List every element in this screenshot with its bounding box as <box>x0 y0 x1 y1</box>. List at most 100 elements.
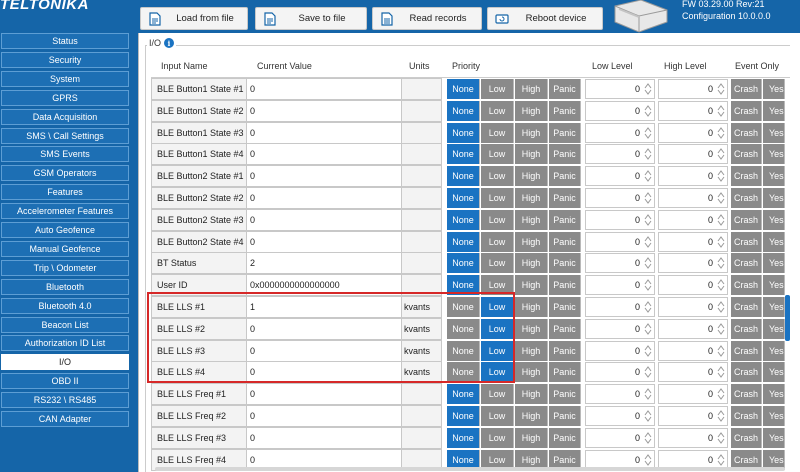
event-crash-button[interactable]: Crash <box>731 166 762 186</box>
high-level-input[interactable]: 0 <box>658 232 728 252</box>
spinner-arrows-icon[interactable] <box>644 454 652 466</box>
sidebar-item[interactable]: Manual Geofence <box>1 241 129 257</box>
sidebar-item[interactable]: System <box>1 71 129 87</box>
priority-panic-button[interactable]: Panic <box>549 341 581 361</box>
high-level-input[interactable]: 0 <box>658 210 728 230</box>
priority-high-button[interactable]: High <box>515 123 548 143</box>
spinner-arrows-icon[interactable] <box>717 454 725 466</box>
sidebar-item[interactable]: CAN Adapter <box>1 411 129 427</box>
spinner-arrows-icon[interactable] <box>717 432 725 444</box>
event-yes-button[interactable]: Yes <box>763 253 785 273</box>
spinner-arrows-icon[interactable] <box>717 127 725 139</box>
spinner-arrows-icon[interactable] <box>644 410 652 422</box>
event-crash-button[interactable]: Crash <box>731 297 762 317</box>
high-level-input[interactable]: 0 <box>658 79 728 99</box>
spinner-arrows-icon[interactable] <box>644 279 652 291</box>
priority-high-button[interactable]: High <box>515 210 548 230</box>
priority-high-button[interactable]: High <box>515 341 548 361</box>
priority-panic-button[interactable]: Panic <box>549 253 581 273</box>
low-level-input[interactable]: 0 <box>585 275 655 295</box>
spinner-arrows-icon[interactable] <box>717 170 725 182</box>
priority-high-button[interactable]: High <box>515 384 548 404</box>
high-level-input[interactable]: 0 <box>658 428 728 448</box>
event-yes-button[interactable]: Yes <box>763 406 785 426</box>
spinner-arrows-icon[interactable] <box>644 323 652 335</box>
sidebar-item[interactable]: SMS \ Call Settings <box>1 128 129 144</box>
priority-low-button[interactable]: Low <box>481 232 514 252</box>
low-level-input[interactable]: 0 <box>585 341 655 361</box>
priority-high-button[interactable]: High <box>515 275 548 295</box>
spinner-arrows-icon[interactable] <box>717 236 725 248</box>
sidebar-item[interactable]: I/O <box>1 354 129 370</box>
priority-panic-button[interactable]: Panic <box>549 144 581 164</box>
high-level-input[interactable]: 0 <box>658 144 728 164</box>
priority-panic-button[interactable]: Panic <box>549 123 581 143</box>
sidebar-item[interactable]: Security <box>1 52 129 68</box>
event-crash-button[interactable]: Crash <box>731 210 762 230</box>
priority-none-button[interactable]: None <box>447 144 480 164</box>
event-yes-button[interactable]: Yes <box>763 101 785 121</box>
spinner-arrows-icon[interactable] <box>717 279 725 291</box>
info-icon[interactable]: i <box>164 38 175 48</box>
reboot-device-button[interactable]: Reboot device <box>487 7 603 30</box>
priority-none-button[interactable]: None <box>447 384 480 404</box>
spinner-arrows-icon[interactable] <box>717 105 725 117</box>
priority-low-button[interactable]: Low <box>481 188 514 208</box>
event-crash-button[interactable]: Crash <box>731 253 762 273</box>
priority-none-button[interactable]: None <box>447 210 480 230</box>
sidebar-item[interactable]: Trip \ Odometer <box>1 260 129 276</box>
priority-none-button[interactable]: None <box>447 232 480 252</box>
event-crash-button[interactable]: Crash <box>731 144 762 164</box>
event-yes-button[interactable]: Yes <box>763 166 785 186</box>
spinner-arrows-icon[interactable] <box>644 127 652 139</box>
high-level-input[interactable]: 0 <box>658 253 728 273</box>
event-crash-button[interactable]: Crash <box>731 341 762 361</box>
priority-high-button[interactable]: High <box>515 297 548 317</box>
high-level-input[interactable]: 0 <box>658 341 728 361</box>
low-level-input[interactable]: 0 <box>585 210 655 230</box>
sidebar-item[interactable]: Bluetooth <box>1 279 129 295</box>
priority-high-button[interactable]: High <box>515 166 548 186</box>
low-level-input[interactable]: 0 <box>585 101 655 121</box>
low-level-input[interactable]: 0 <box>585 144 655 164</box>
priority-high-button[interactable]: High <box>515 362 548 382</box>
vertical-scrollbar[interactable] <box>790 33 800 472</box>
priority-panic-button[interactable]: Panic <box>549 188 581 208</box>
high-level-input[interactable]: 0 <box>658 384 728 404</box>
priority-low-button[interactable]: Low <box>481 101 514 121</box>
horizontal-scrollbar[interactable] <box>155 467 785 471</box>
sidebar-item[interactable]: Accelerometer Features <box>1 203 129 219</box>
spinner-arrows-icon[interactable] <box>717 388 725 400</box>
priority-none-button[interactable]: None <box>447 428 480 448</box>
low-level-input[interactable]: 0 <box>585 123 655 143</box>
spinner-arrows-icon[interactable] <box>644 301 652 313</box>
spinner-arrows-icon[interactable] <box>717 345 725 357</box>
spinner-arrows-icon[interactable] <box>644 345 652 357</box>
event-crash-button[interactable]: Crash <box>731 232 762 252</box>
sidebar-item[interactable]: Data Acquisition <box>1 109 129 125</box>
sidebar-item[interactable]: Status <box>1 33 129 49</box>
spinner-arrows-icon[interactable] <box>717 366 725 378</box>
event-crash-button[interactable]: Crash <box>731 101 762 121</box>
high-level-input[interactable]: 0 <box>658 101 728 121</box>
event-crash-button[interactable]: Crash <box>731 188 762 208</box>
priority-low-button[interactable]: Low <box>481 384 514 404</box>
event-crash-button[interactable]: Crash <box>731 384 762 404</box>
priority-panic-button[interactable]: Panic <box>549 319 581 339</box>
priority-none-button[interactable]: None <box>447 123 480 143</box>
load-from-file-button[interactable]: Load from file <box>140 7 248 30</box>
priority-low-button[interactable]: Low <box>481 123 514 143</box>
priority-high-button[interactable]: High <box>515 144 548 164</box>
priority-none-button[interactable]: None <box>447 406 480 426</box>
spinner-arrows-icon[interactable] <box>644 170 652 182</box>
priority-panic-button[interactable]: Panic <box>549 406 581 426</box>
priority-high-button[interactable]: High <box>515 428 548 448</box>
low-level-input[interactable]: 0 <box>585 166 655 186</box>
spinner-arrows-icon[interactable] <box>717 301 725 313</box>
event-yes-button[interactable]: Yes <box>763 123 785 143</box>
priority-panic-button[interactable]: Panic <box>549 428 581 448</box>
sidebar-item[interactable]: OBD II <box>1 373 129 389</box>
event-yes-button[interactable]: Yes <box>763 79 785 99</box>
sidebar-item[interactable]: SMS Events <box>1 146 129 162</box>
priority-none-button[interactable]: None <box>447 166 480 186</box>
